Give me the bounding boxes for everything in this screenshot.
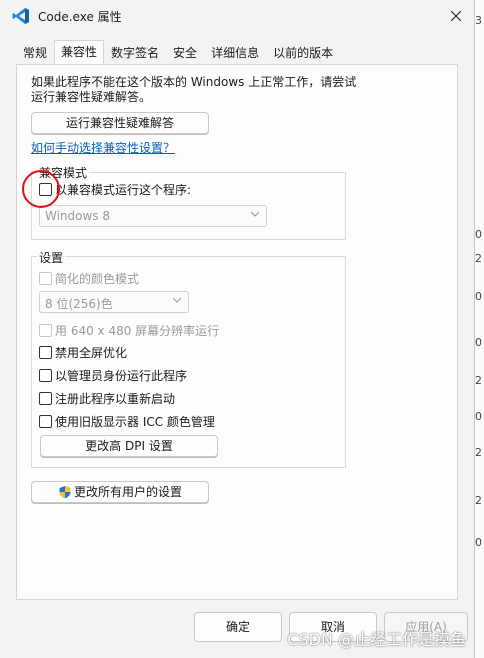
resolution-640-checkbox[interactable]: 用 640 x 480 屏幕分辨率运行 xyxy=(39,322,219,339)
select-value: Windows 8 xyxy=(45,209,111,223)
tab-security[interactable]: 安全 xyxy=(166,42,204,63)
ok-button[interactable]: 确定 xyxy=(194,612,282,642)
register-restart-checkbox[interactable]: 注册此程序以重新启动 xyxy=(39,390,175,407)
checkbox-label: 用 640 x 480 屏幕分辨率运行 xyxy=(55,324,220,338)
tab-compatibility[interactable]: 兼容性 xyxy=(54,40,105,64)
watermark: CSDN @止经工作是摸鱼 xyxy=(287,630,466,649)
checkbox-box[interactable] xyxy=(39,346,52,359)
manual-settings-link[interactable]: 如何手动选择兼容性设置？ xyxy=(31,139,175,156)
change-dpi-button[interactable]: 更改高 DPI 设置 xyxy=(40,435,218,457)
tab-digital-signatures[interactable]: 数字签名 xyxy=(104,42,166,63)
compatibility-panel: 如果此程序不能在这个版本的 Windows 上正常工作，请尝试 运行兼容性疑难解… xyxy=(16,64,458,600)
background-text: 0 xyxy=(475,536,482,549)
checkbox-box[interactable] xyxy=(39,272,52,285)
background-text: 3 xyxy=(475,14,482,27)
highlight-annotation xyxy=(22,170,60,208)
checkbox-box[interactable] xyxy=(39,415,52,428)
tab-general[interactable]: 常规 xyxy=(16,42,54,63)
button-label: 更改所有用户的设置 xyxy=(73,485,182,499)
checkbox-label: 以管理员身份运行此程序 xyxy=(55,369,188,383)
properties-dialog: Code.exe 属性 常规 兼容性 数字签名 安全 详细信息 以前的版本 如果… xyxy=(0,0,475,658)
change-all-users-button[interactable]: 更改所有用户的设置 xyxy=(31,481,209,503)
checkbox-label: 简化的颜色模式 xyxy=(55,272,140,286)
checkbox-box[interactable] xyxy=(39,369,52,382)
vscode-icon xyxy=(12,7,30,25)
close-icon[interactable] xyxy=(444,4,468,28)
checkbox-label: 注册此程序以重新启动 xyxy=(55,392,176,406)
tab-details[interactable]: 详细信息 xyxy=(204,42,266,63)
background-text: 0 xyxy=(475,290,482,303)
run-as-admin-checkbox[interactable]: 以管理员身份运行此程序 xyxy=(39,367,187,384)
background-text: 2 xyxy=(475,374,482,387)
checkbox-box[interactable] xyxy=(39,392,52,405)
background-text: 2 xyxy=(475,252,482,265)
os-version-select[interactable]: Windows 8 xyxy=(39,205,267,227)
description-line: 如果此程序不能在这个版本的 Windows 上正常工作，请尝试 xyxy=(31,75,357,89)
tab-strip: 常规 兼容性 数字签名 安全 详细信息 以前的版本 xyxy=(16,40,340,64)
legacy-icc-checkbox[interactable]: 使用旧版显示器 ICC 颜色管理 xyxy=(39,413,215,430)
title-bar[interactable]: Code.exe 属性 xyxy=(0,0,474,32)
background-text: 2 xyxy=(475,494,482,507)
background-text: 2 xyxy=(475,446,482,459)
checkbox-label: 禁用全屏优化 xyxy=(55,346,128,360)
disable-fullscreen-checkbox[interactable]: 禁用全屏优化 xyxy=(39,344,127,361)
description-line: 运行兼容性疑难解答。 xyxy=(31,90,152,104)
compat-mode-checkbox[interactable]: 以兼容模式运行这个程序: xyxy=(39,181,191,198)
color-depth-select[interactable]: 8 位(256)色 xyxy=(39,291,189,313)
background-text: 0 xyxy=(475,410,482,423)
settings-group-title: 设置 xyxy=(37,249,66,266)
select-value: 8 位(256)色 xyxy=(45,297,113,311)
chevron-down-icon xyxy=(172,295,182,308)
checkbox-label: 以兼容模式运行这个程序: xyxy=(55,183,192,197)
uac-shield-icon xyxy=(58,485,72,499)
checkbox-label: 使用旧版显示器 ICC 颜色管理 xyxy=(55,415,215,429)
compat-description: 如果此程序不能在这个版本的 Windows 上正常工作，请尝试 运行兼容性疑难解… xyxy=(31,75,361,105)
tab-previous-versions[interactable]: 以前的版本 xyxy=(266,42,340,63)
reduced-color-checkbox[interactable]: 简化的颜色模式 xyxy=(39,270,139,287)
background-text: 0 xyxy=(475,336,482,349)
window-title: Code.exe 属性 xyxy=(38,10,122,24)
chevron-down-icon xyxy=(250,209,260,222)
checkbox-box[interactable] xyxy=(39,324,52,337)
background-text: 0 xyxy=(475,228,482,241)
run-troubleshooter-button[interactable]: 运行兼容性疑难解答 xyxy=(31,112,209,134)
